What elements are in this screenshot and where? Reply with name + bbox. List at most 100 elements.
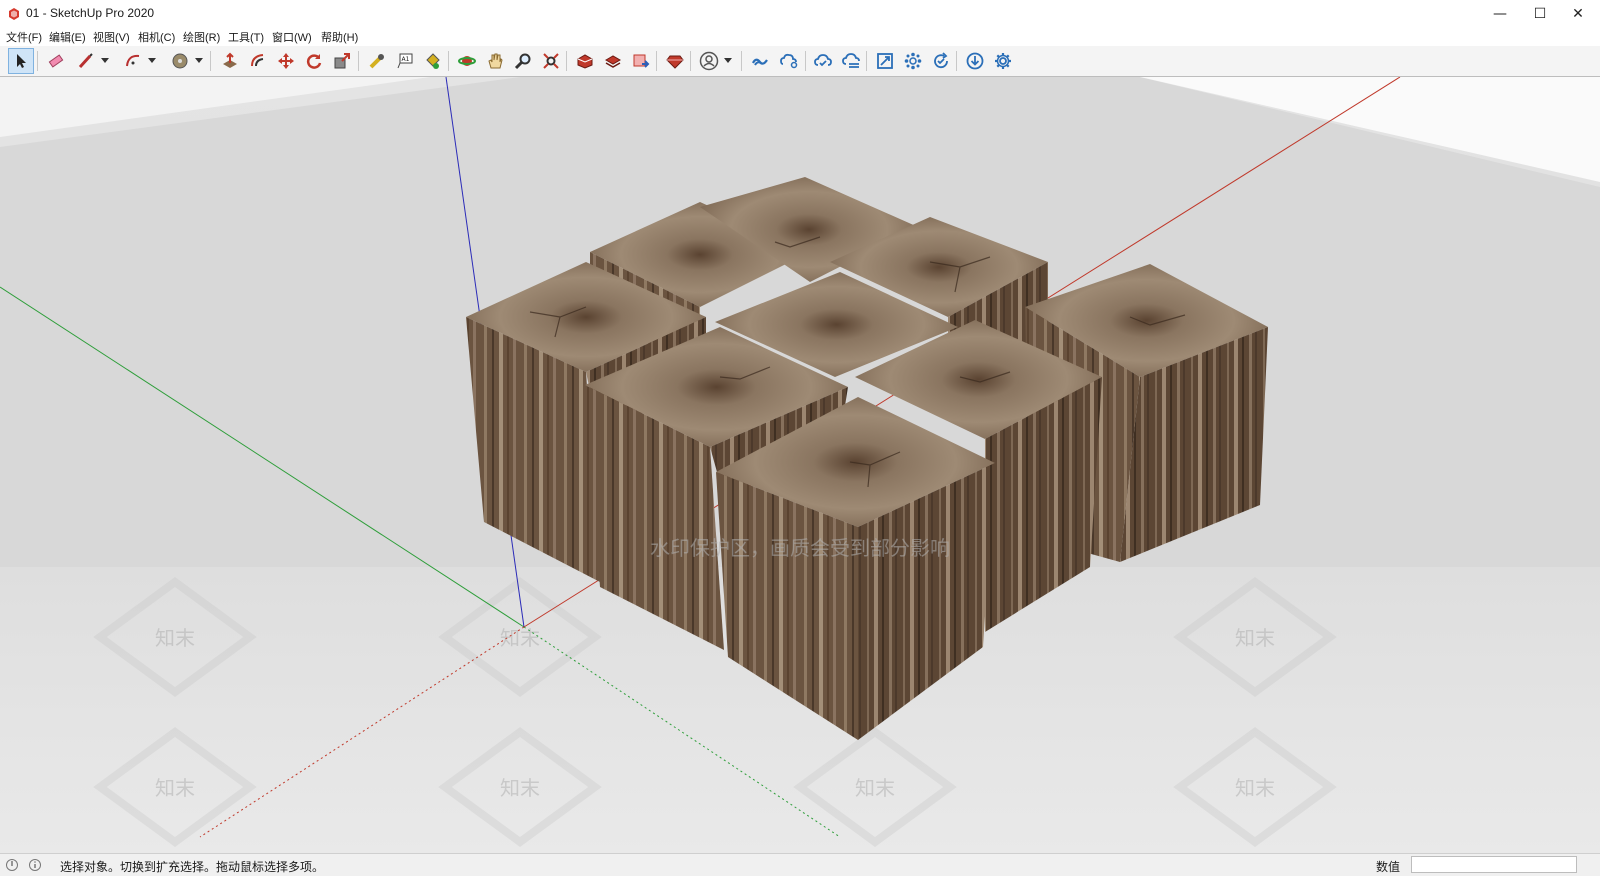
arc-tool-button[interactable] (120, 48, 146, 74)
minimize-icon: — (1493, 6, 1507, 22)
cloud-sync-button[interactable] (810, 48, 836, 74)
pan-tool-icon (488, 53, 503, 69)
component-frame-button[interactable] (872, 48, 898, 74)
download-icon (966, 52, 984, 70)
geo-location-icon[interactable] (5, 858, 19, 872)
close-button[interactable]: ✕ (1558, 0, 1598, 28)
move-tool-icon (278, 53, 294, 69)
maximize-icon: ☐ (1533, 6, 1547, 22)
zoom-tool-icon (514, 53, 531, 70)
paint-bucket-tool-icon (426, 53, 440, 69)
layout-send-button[interactable] (628, 48, 654, 74)
offset-tool-button[interactable] (245, 48, 271, 74)
toolbar-separator (805, 51, 806, 71)
trimble-connect-icon (752, 58, 768, 66)
minimize-button[interactable]: — (1480, 0, 1520, 28)
extension-warehouse-button[interactable] (600, 48, 626, 74)
menu-camera[interactable]: 相机(C) (138, 29, 175, 45)
menu-file[interactable]: 文件(F) (6, 29, 42, 45)
measurement-input[interactable] (1411, 856, 1577, 873)
toolbar-separator (656, 51, 657, 71)
move-tool-button[interactable] (273, 48, 299, 74)
menu-window[interactable]: 窗口(W) (272, 29, 312, 45)
extension-manager-button[interactable] (662, 48, 688, 74)
close-icon: ✕ (1572, 6, 1584, 22)
arc-tool-dropdown[interactable] (147, 48, 157, 74)
download-button[interactable] (962, 48, 988, 74)
refresh-check-button[interactable] (928, 48, 954, 74)
shapes-tool-button[interactable] (167, 48, 193, 74)
toolbar-separator (358, 51, 359, 71)
settings-gear-icon (995, 53, 1011, 69)
layout-send-icon (633, 54, 650, 68)
toolbar-separator (690, 51, 691, 71)
line-tool-button[interactable] (73, 48, 99, 74)
profile-button[interactable] (696, 48, 722, 74)
chevron-down-icon (148, 58, 156, 63)
eraser-tool-button[interactable] (43, 48, 69, 74)
3d-viewport[interactable]: 知末 知末 知末 知末 知末 知末 知末 水印保护区，画质会受到部分影响 (0, 77, 1600, 853)
eraser-tool-icon (48, 54, 64, 68)
shapes-tool-dropdown[interactable] (194, 48, 204, 74)
watermark-logo: 知末 (155, 776, 195, 800)
tape-measure-tool-button[interactable] (364, 48, 390, 74)
watermark-logo: 知末 (500, 626, 540, 650)
menu-tools[interactable]: 工具(T) (228, 29, 264, 45)
push-pull-tool-icon (223, 52, 237, 68)
select-tool-icon (17, 54, 26, 68)
toolbar-separator (741, 51, 742, 71)
maximize-button[interactable]: ☐ (1520, 0, 1560, 28)
toolbar-separator (566, 51, 567, 71)
tape-measure-tool-icon (369, 54, 384, 69)
line-tool-dropdown[interactable] (100, 48, 110, 74)
paint-bucket-tool-button[interactable] (420, 48, 446, 74)
toolbar-separator (210, 51, 211, 71)
component-network-icon (904, 52, 922, 70)
menu-bar: 文件(F) 编辑(E) 视图(V) 相机(C) 绘图(R) 工具(T) 窗口(W… (0, 28, 1600, 46)
watermark-logo: 知末 (1235, 776, 1275, 800)
watermark-logo: 知末 (155, 626, 195, 650)
rotate-tool-button[interactable] (301, 48, 327, 74)
settings-button[interactable] (990, 48, 1016, 74)
cloud-sync-icon (814, 54, 832, 67)
menu-draw[interactable]: 绘图(R) (183, 29, 220, 45)
trimble-share-button[interactable] (776, 48, 802, 74)
zoom-extents-tool-icon (543, 53, 559, 69)
line-tool-icon (78, 53, 93, 69)
zoom-extents-tool-button[interactable] (538, 48, 564, 74)
chevron-down-icon (101, 58, 109, 63)
component-network-button[interactable] (900, 48, 926, 74)
menu-view[interactable]: 视图(V) (93, 29, 130, 45)
sketchup-logo-icon (9, 8, 19, 20)
menu-edit[interactable]: 编辑(E) (49, 29, 86, 45)
menu-help[interactable]: 帮助(H) (321, 29, 358, 45)
measurement-label: 数值 (1376, 860, 1401, 874)
refresh-check-icon (934, 52, 948, 69)
scale-tool-button[interactable] (329, 48, 355, 74)
offset-tool-icon (251, 54, 264, 67)
component-frame-icon (877, 53, 893, 69)
3d-warehouse-button[interactable] (572, 48, 598, 74)
select-tool-button[interactable] (8, 48, 34, 74)
trimble-share-icon (780, 53, 798, 69)
scale-tool-icon (334, 53, 350, 69)
info-icon[interactable] (28, 858, 42, 872)
push-pull-tool-button[interactable] (217, 48, 243, 74)
rotate-tool-icon (306, 54, 322, 69)
ruby-extension-icon (666, 55, 684, 69)
trimble-connect-button[interactable] (748, 48, 774, 74)
orbit-tool-icon (458, 56, 476, 66)
watermark-logo: 知末 (500, 776, 540, 800)
orbit-tool-button[interactable] (454, 48, 480, 74)
zoom-tool-button[interactable] (510, 48, 536, 74)
extension-warehouse-icon (604, 55, 622, 68)
model-scene[interactable]: 知末 知末 知末 知末 知末 知末 知末 水印保护区，画质会受到部分影响 (0, 77, 1600, 853)
text-tool-button[interactable]: A1 (392, 48, 418, 74)
toolbar-separator (37, 51, 38, 71)
pan-tool-button[interactable] (482, 48, 508, 74)
profile-dropdown[interactable] (723, 48, 733, 74)
svg-text:A1: A1 (402, 56, 410, 63)
toolbar-separator (448, 51, 449, 71)
cloud-upload-button[interactable] (838, 48, 864, 74)
status-bar: 选择对象。切换到扩充选择。拖动鼠标选择多项。 数值 (0, 853, 1600, 876)
